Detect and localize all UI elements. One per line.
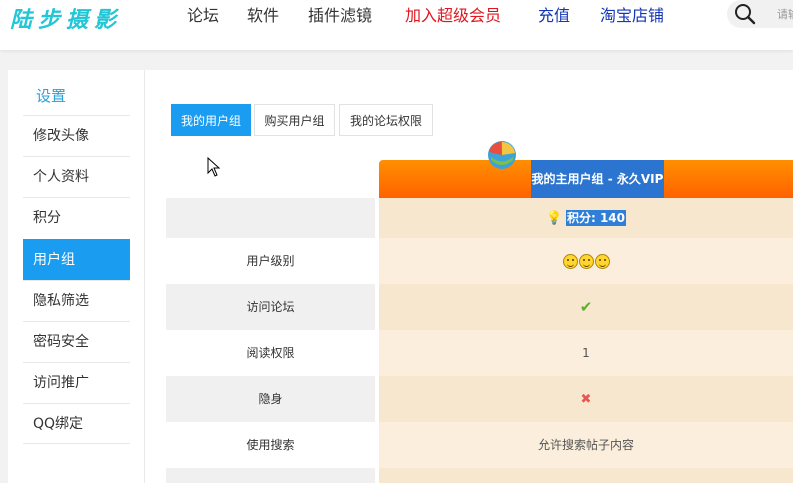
smiley-face-icon — [594, 254, 610, 269]
sidebar-item-points[interactable]: 积分 — [23, 197, 130, 238]
smiley-face-icon — [578, 254, 594, 269]
sidebar-title: 设置 — [36, 87, 67, 105]
row-label-next — [166, 468, 375, 483]
group-badge-icon — [488, 141, 516, 169]
nav-software[interactable]: 软件 — [247, 2, 279, 26]
row-value-use-search: 允许搜索帖子内容 — [379, 422, 793, 468]
nav-join-super-member[interactable]: 加入超级会员 — [405, 2, 501, 26]
points-value: 积分: 140 — [565, 210, 627, 226]
points-label-cell — [166, 198, 375, 238]
row-label-invisible: 隐身 — [166, 376, 375, 422]
row-label-read-permission: 阅读权限 — [246, 346, 295, 360]
lightbulb-icon: 💡 — [545, 211, 563, 226]
sidebar-item-privacy[interactable]: 隐私筛选 — [23, 280, 130, 321]
row-label-visit-forum: 访问论坛 — [166, 284, 375, 330]
tab-buy-usergroup[interactable]: 购买用户组 — [254, 104, 335, 136]
search-box[interactable]: 请输 — [727, 0, 793, 28]
nav-recharge[interactable]: 充值 — [538, 2, 570, 26]
row-value-user-level — [379, 238, 793, 284]
sidebar-item-avatar[interactable]: 修改头像 — [23, 115, 130, 156]
settings-sidebar: 设置 修改头像 个人资料 积分 用户组 隐私筛选 密码安全 访问推广 QQ绑定 — [8, 70, 145, 483]
smiley-face-icon — [562, 254, 578, 269]
cross-icon: ✖ — [580, 392, 592, 407]
search-placeholder[interactable]: 请输 — [777, 6, 793, 22]
sidebar-item-password[interactable]: 密码安全 — [23, 321, 130, 362]
site-logo[interactable]: 陆步摄影 — [10, 2, 122, 34]
points-cell: 💡 积分: 140 — [379, 198, 793, 238]
row-label-use-search: 使用搜索 — [246, 438, 295, 452]
sidebar-item-profile[interactable]: 个人资料 — [23, 156, 130, 197]
row-value-read-permission: 1 — [379, 330, 793, 376]
row-label-user-level: 用户级别 — [246, 254, 295, 268]
tab-my-forum-permissions[interactable]: 我的论坛权限 — [339, 104, 433, 136]
group-title: 我的主用户组 - 永久VIP — [531, 160, 664, 198]
row-value-invisible: ✖ — [379, 376, 793, 422]
nav-forum[interactable]: 论坛 — [187, 2, 219, 26]
sidebar-item-usergroup[interactable]: 用户组 — [23, 239, 130, 280]
search-icon[interactable] — [734, 3, 756, 25]
tab-my-usergroup[interactable]: 我的用户组 — [171, 104, 251, 136]
top-header: 陆步摄影 论坛 软件 插件滤镜 加入超级会员 充值 淘宝店铺 请输 — [0, 0, 793, 50]
row-value-visit-forum: ✔ — [379, 284, 793, 330]
checkmark-icon: ✔ — [579, 298, 593, 316]
sidebar-item-qq-bind[interactable]: QQ绑定 — [23, 403, 130, 444]
row-value-next — [379, 468, 793, 483]
nav-plugins-filters[interactable]: 插件滤镜 — [308, 2, 372, 26]
sidebar-item-promotion[interactable]: 访问推广 — [23, 362, 130, 403]
mouse-cursor-icon — [207, 157, 221, 177]
nav-taobao-shop[interactable]: 淘宝店铺 — [600, 2, 664, 26]
